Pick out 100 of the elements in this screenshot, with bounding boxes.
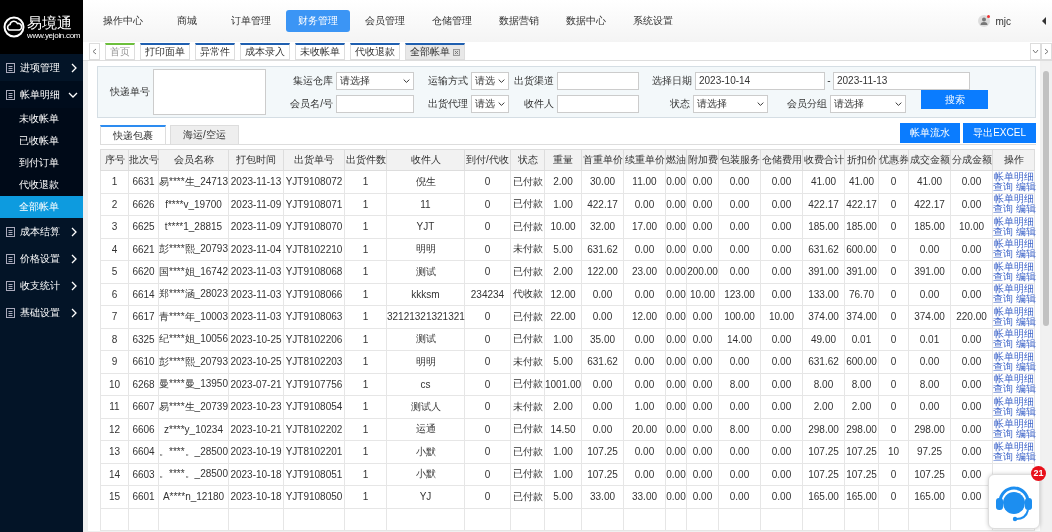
nav-tab[interactable]: 系统设置 [621, 10, 685, 32]
table-cell: 已付款 [510, 485, 545, 508]
nav-tab[interactable]: 操作中心 [91, 10, 155, 32]
action-link[interactable]: 帐单明细 [993, 350, 1034, 362]
input-field[interactable] [557, 94, 639, 113]
input-field[interactable] [336, 94, 414, 113]
action-link[interactable]: 帐单明细 [993, 193, 1034, 205]
nav-tab[interactable]: 财务管理 [286, 10, 350, 32]
page-tab[interactable]: 异常件 [195, 43, 235, 60]
date-field[interactable]: 2023-11-13 [833, 71, 970, 90]
text-area[interactable] [153, 69, 266, 115]
action-link[interactable]: 编辑 [1015, 293, 1036, 305]
caret-icon[interactable] [1041, 17, 1047, 25]
action-link[interactable]: 查询 [993, 293, 1013, 305]
scrollbar-thumb[interactable] [1043, 71, 1049, 326]
user-name[interactable]: mjc [995, 15, 1011, 27]
action-link[interactable]: 帐单明细 [993, 170, 1034, 182]
sidebar-item[interactable]: 到付订单 [0, 152, 83, 174]
sub-tab[interactable]: 海运/空运 [170, 125, 239, 144]
sidebar-item[interactable]: 收支统计 [0, 272, 83, 299]
action-link[interactable]: 帐单明细 [993, 373, 1034, 385]
nav-tab[interactable]: 会员管理 [353, 10, 417, 32]
bill-flow-button[interactable]: 帐单流水 [900, 123, 961, 143]
page-tab[interactable]: 全部帐单 [405, 43, 465, 60]
action-link[interactable]: 编辑 [1015, 270, 1036, 282]
nav-tab[interactable]: 商城 [158, 10, 216, 32]
action-link[interactable]: 查询 [993, 338, 1013, 350]
nav-tab[interactable]: 数据营销 [487, 10, 551, 32]
action-link[interactable]: 帐单明细 [993, 305, 1034, 317]
action-link[interactable]: 编辑 [1015, 428, 1036, 440]
dropdown[interactable]: 请选 [471, 71, 509, 90]
action-link[interactable]: 帐单明细 [993, 395, 1034, 407]
nav-tab[interactable]: 订单管理 [219, 10, 283, 32]
action-link[interactable]: 编辑 [1015, 203, 1036, 215]
action-link[interactable]: 帐单明细 [993, 238, 1034, 250]
action-link[interactable]: 查询 [993, 315, 1013, 327]
nav-tab[interactable]: 仓储管理 [420, 10, 484, 32]
action-link[interactable]: 帐单明细 [993, 283, 1034, 295]
dropdown[interactable]: 请选择 [336, 71, 414, 90]
action-link[interactable]: 编辑 [1015, 338, 1036, 350]
page-tab[interactable]: 打印面单 [140, 43, 190, 60]
table-cell: 0 [464, 238, 511, 261]
table-cell: 国****姐_16742 [158, 260, 229, 283]
action-link[interactable]: 查询 [993, 428, 1013, 440]
table-cell: 彭****熙_20793 [158, 238, 229, 261]
action-link[interactable]: 查询 [993, 405, 1013, 417]
dropdown-button[interactable] [1030, 43, 1041, 60]
action-link[interactable]: 查询 [993, 360, 1013, 372]
action-link[interactable]: 编辑 [1015, 450, 1036, 462]
sidebar-item[interactable]: 帐单明细 [0, 81, 83, 108]
sidebar-item[interactable]: 未收帐单 [0, 108, 83, 130]
table-cell: 0.00 [760, 328, 803, 351]
page-tab[interactable]: 未收帐单 [295, 43, 345, 60]
date-field[interactable]: 2023-10-14 [695, 71, 825, 90]
action-link[interactable]: 编辑 [1015, 248, 1036, 260]
chevron-right-icon [1044, 48, 1049, 55]
chat-button[interactable] [988, 474, 1040, 529]
action-link[interactable]: 查询 [993, 225, 1013, 237]
action-link[interactable]: 查询 [993, 383, 1013, 395]
scroll-left-button[interactable] [89, 43, 100, 60]
action-link[interactable]: 编辑 [1015, 180, 1036, 192]
action-link[interactable]: 查询 [993, 203, 1013, 215]
action-link[interactable]: 编辑 [1015, 315, 1036, 327]
search-button[interactable]: 搜索 [921, 90, 988, 109]
action-link[interactable]: 帐单明细 [993, 418, 1034, 430]
action-link[interactable]: 帐单明细 [993, 215, 1034, 227]
sidebar-item[interactable]: 基础设置 [0, 299, 83, 326]
action-link[interactable]: 编辑 [1015, 383, 1036, 395]
action-link[interactable]: 编辑 [1015, 225, 1036, 237]
nav-tab[interactable]: 数据中心 [554, 10, 618, 32]
close-icon[interactable] [453, 48, 460, 56]
scroll-right-button[interactable] [1041, 43, 1052, 60]
table-cell: YJT8102203 [283, 350, 345, 373]
action-link[interactable]: 编辑 [1015, 360, 1036, 372]
page-tab[interactable]: 代收退款 [350, 43, 400, 60]
user-avatar-icon[interactable] [978, 15, 991, 27]
page-tab[interactable]: 成本录入 [240, 43, 290, 60]
sub-tab[interactable]: 快递包裹 [100, 125, 166, 144]
sidebar-item[interactable]: 代收退款 [0, 174, 83, 196]
action-link[interactable]: 帐单明细 [993, 328, 1034, 340]
page-tab[interactable]: 首页 [105, 43, 135, 60]
action-link[interactable]: 查询 [993, 450, 1013, 462]
sidebar-item[interactable]: 成本结算 [0, 218, 83, 245]
dropdown[interactable]: 请选 [471, 94, 509, 113]
action-link[interactable]: 查询 [993, 270, 1013, 282]
action-link[interactable]: 查询 [993, 180, 1013, 192]
table-cell: 1 [344, 170, 387, 193]
sidebar-item[interactable]: 已收帐单 [0, 130, 83, 152]
sidebar-item[interactable]: 全部帐单 [0, 196, 83, 218]
action-link[interactable]: 帐单明细 [993, 440, 1034, 452]
action-link[interactable]: 帐单明细 [993, 260, 1034, 272]
table-cell: 14.00 [718, 328, 761, 351]
input-field[interactable] [557, 71, 639, 90]
action-link[interactable]: 查询 [993, 248, 1013, 260]
dropdown[interactable]: 请选择 [830, 94, 906, 113]
sidebar-item[interactable]: 价格设置 [0, 245, 83, 272]
sidebar-item[interactable]: 进项管理 [0, 54, 83, 81]
action-link[interactable]: 编辑 [1015, 405, 1036, 417]
export-button[interactable]: 导出EXCEL [963, 123, 1036, 143]
dropdown[interactable]: 请选择 [693, 94, 768, 113]
